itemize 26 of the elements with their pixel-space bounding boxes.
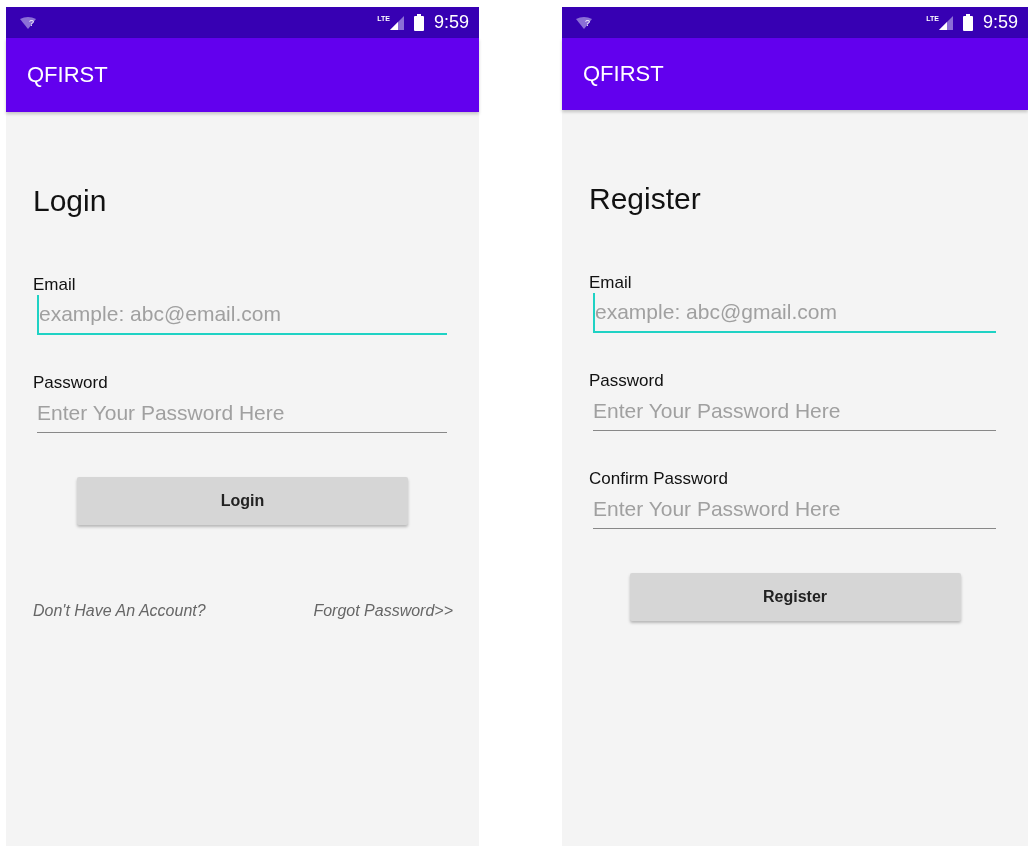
clock-time: 9:59 [433,12,469,33]
wifi-icon: ? [576,16,592,29]
page-heading: Register [589,181,701,217]
signal-icon [389,15,404,30]
input-field[interactable]: Enter Your Password Here [37,393,447,433]
input-field[interactable]: example: abc@email.com [37,295,447,335]
field-label: Email [33,275,76,295]
page-heading: Login [33,183,107,219]
field-label: Password [589,371,664,391]
input-field[interactable]: Enter Your Password Here [593,391,996,431]
app-title: QFIRST [583,61,664,87]
battery-icon [413,14,424,31]
input-field[interactable]: example: abc@gmail.com [593,293,996,333]
field-label: Confirm Password [589,469,728,489]
text-link[interactable]: Don't Have An Account? [33,602,206,620]
text-link[interactable]: Forgot Password>> [313,602,453,620]
input-field[interactable]: Enter Your Password Here [593,489,996,529]
battery-icon [962,14,973,31]
submit-button[interactable]: Login [77,477,408,525]
wifi-icon: ? [20,16,36,29]
clock-time: 9:59 [982,12,1018,33]
field-label: Password [33,373,108,393]
signal-icon [938,15,953,30]
field-label: Email [589,273,632,293]
submit-button[interactable]: Register [629,573,961,621]
app-title: QFIRST [27,62,108,88]
